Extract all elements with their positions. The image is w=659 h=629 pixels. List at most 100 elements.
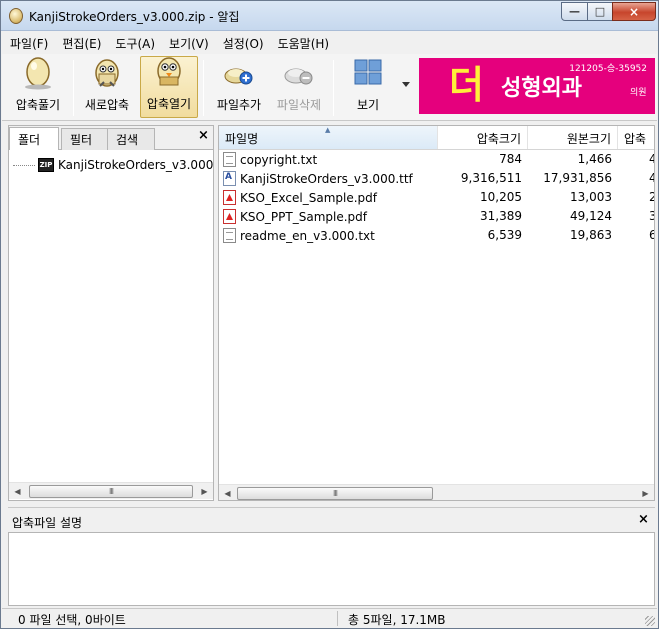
ratio: 4	[649, 171, 654, 185]
app-window: KanjiStrokeOrders_v3.000.zip - 알집 — □ × …	[0, 0, 659, 629]
panel-close-icon[interactable]: ×	[198, 128, 209, 143]
menu-view[interactable]: 보기(V)	[163, 35, 215, 52]
original-size: 1,466	[577, 152, 612, 166]
panel-tabs: 폴더 필터 검색 ×	[9, 126, 213, 150]
folder-panel: 폴더 필터 검색 × ZIP KanjiStrokeOrders_v3.000.…	[8, 125, 214, 501]
menu-file[interactable]: 파일(F)	[4, 35, 54, 52]
banner-small: 의원	[630, 88, 647, 98]
file-name-cell: KSO_Excel_Sample.pdf	[223, 190, 377, 205]
view-grid-icon	[351, 56, 385, 90]
description-close-icon[interactable]: ×	[638, 512, 649, 527]
text-file-icon	[223, 228, 236, 243]
scroll-thumb[interactable]: III	[237, 487, 433, 500]
file-name-cell: readme_en_v3.000.txt	[223, 228, 375, 243]
file-list-horizontal-scrollbar[interactable]: ◀ III ▶	[219, 484, 654, 500]
column-header: ▲ 파일명 압축크기 원본크기 압축	[219, 126, 654, 150]
status-separator	[337, 611, 338, 626]
open-archive-label: 압축열기	[146, 97, 192, 111]
packed-size: 6,539	[487, 228, 522, 242]
ratio: 2	[649, 190, 654, 204]
file-name: copyright.txt	[240, 152, 318, 167]
tree-connector	[13, 164, 35, 166]
tab-folder[interactable]: 폴더	[9, 127, 59, 150]
new-archive-button[interactable]: 새로압축	[79, 56, 135, 118]
title-bar[interactable]: KanjiStrokeOrders_v3.000.zip - 알집 — □ ×	[1, 1, 658, 31]
file-name-cell: KSO_PPT_Sample.pdf	[223, 209, 367, 224]
pdf-file-icon	[223, 190, 236, 205]
resize-grip-icon[interactable]	[645, 616, 655, 626]
description-textarea[interactable]	[8, 532, 655, 606]
view-dropdown-arrow-icon[interactable]	[402, 82, 410, 87]
original-size: 49,124	[570, 209, 612, 223]
ratio: 6	[649, 228, 654, 242]
toolbar-separator	[73, 60, 74, 116]
egg-new-archive-icon	[90, 56, 124, 90]
column-header-original-size[interactable]: 원본크기	[528, 126, 618, 149]
menu-settings[interactable]: 설정(O)	[217, 35, 270, 52]
extract-label: 압축풀기	[15, 98, 61, 112]
table-row[interactable]: KSO_Excel_Sample.pdf 10,205 13,003 2	[219, 188, 654, 207]
tree-item-label: KanjiStrokeOrders_v3.000.zip	[58, 158, 213, 172]
toolbar-separator	[333, 60, 334, 116]
file-name: readme_en_v3.000.txt	[240, 228, 375, 243]
packed-size: 10,205	[480, 190, 522, 204]
folder-horizontal-scrollbar[interactable]: ◀ III ▶	[9, 482, 213, 499]
view-button[interactable]: 보기	[339, 56, 397, 118]
column-header-packed-size[interactable]: 압축크기	[438, 126, 528, 149]
scroll-left-icon[interactable]: ◀	[219, 485, 236, 500]
minimize-button[interactable]: —	[561, 2, 588, 21]
file-name: KSO_Excel_Sample.pdf	[240, 190, 377, 205]
egg-extract-icon	[21, 56, 55, 90]
add-file-icon	[222, 56, 256, 90]
tab-filter[interactable]: 필터	[61, 128, 109, 150]
tree-item-archive[interactable]: ZIP KanjiStrokeOrders_v3.000.zip	[13, 158, 213, 172]
scroll-right-icon[interactable]: ▶	[637, 485, 654, 500]
table-row[interactable]: KSO_PPT_Sample.pdf 31,389 49,124 3	[219, 207, 654, 226]
folder-tree: ZIP KanjiStrokeOrders_v3.000.zip	[9, 151, 213, 481]
close-window-button[interactable]: ×	[612, 2, 656, 21]
menu-bar: 파일(F) 편집(E) 도구(A) 보기(V) 설정(O) 도움말(H)	[2, 32, 657, 54]
scroll-left-icon[interactable]: ◀	[9, 483, 26, 500]
file-name: KanjiStrokeOrders_v3.000.ttf	[240, 171, 413, 186]
packed-size: 9,316,511	[460, 171, 522, 185]
file-name-cell: KanjiStrokeOrders_v3.000.ttf	[223, 171, 413, 186]
maximize-button[interactable]: □	[587, 2, 613, 21]
menu-edit[interactable]: 편집(E)	[56, 35, 107, 52]
table-row[interactable]: KanjiStrokeOrders_v3.000.ttf 9,316,511 1…	[219, 169, 654, 188]
window-title: KanjiStrokeOrders_v3.000.zip - 알집	[29, 10, 240, 24]
font-file-icon	[223, 171, 236, 186]
description-title: 압축파일 설명	[12, 516, 83, 530]
new-archive-label: 새로압축	[84, 98, 130, 112]
table-row[interactable]: readme_en_v3.000.txt 6,539 19,863 6	[219, 226, 654, 245]
sort-ascending-icon: ▲	[325, 126, 331, 134]
add-file-button[interactable]: 파일추가	[209, 56, 269, 118]
column-header-filename[interactable]: ▲ 파일명	[219, 126, 438, 149]
delete-file-label: 파일삭제	[276, 98, 322, 112]
ad-banner[interactable]: 121205-승-35952 더 성형외과 의원	[419, 58, 655, 114]
delete-file-button[interactable]: 파일삭제	[270, 56, 328, 118]
zip-archive-icon: ZIP	[38, 158, 54, 172]
tab-search[interactable]: 검색	[107, 128, 155, 150]
ratio: 3	[649, 209, 654, 223]
add-file-label: 파일추가	[216, 98, 262, 112]
toolbar-separator	[203, 60, 204, 116]
ratio: 4	[649, 152, 654, 166]
packed-size: 31,389	[480, 209, 522, 223]
status-bar: 0 파일 선택, 0바이트 총 5파일, 17.1MB	[2, 608, 657, 628]
menu-help[interactable]: 도움말(H)	[272, 35, 336, 52]
menu-tools[interactable]: 도구(A)	[109, 35, 161, 52]
original-size: 13,003	[570, 190, 612, 204]
total-status: 총 5파일, 17.1MB	[348, 613, 446, 627]
scroll-thumb[interactable]: III	[29, 485, 193, 498]
banner-big-char: 더	[449, 62, 484, 107]
open-archive-button[interactable]: 압축열기	[140, 56, 198, 118]
text-file-icon	[223, 152, 236, 167]
table-row[interactable]: copyright.txt 784 1,466 4	[219, 150, 654, 169]
banner-text: 성형외과	[501, 76, 582, 101]
packed-size: 784	[499, 152, 522, 166]
column-header-ratio[interactable]: 압축	[618, 126, 654, 149]
scroll-right-icon[interactable]: ▶	[196, 483, 213, 500]
column-label-filename: 파일명	[225, 132, 259, 146]
extract-button[interactable]: 압축풀기	[6, 56, 70, 118]
delete-file-icon	[282, 56, 316, 90]
